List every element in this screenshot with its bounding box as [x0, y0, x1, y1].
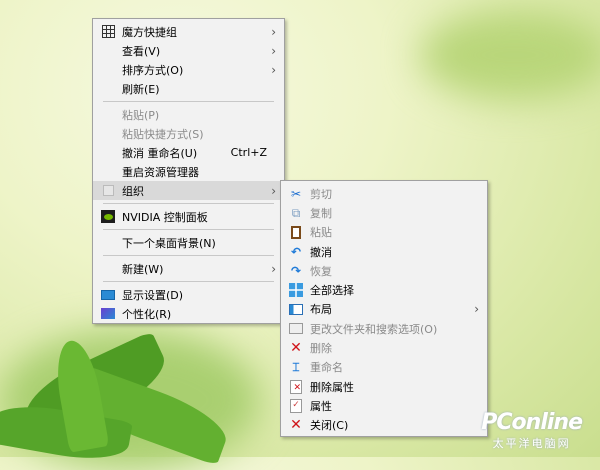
menu-item[interactable]: ✓ 属性 [281, 396, 487, 415]
chevron-right-icon: › [271, 62, 276, 77]
menu-item-label: 粘贴 [310, 226, 332, 240]
menu-item[interactable]: 全部选择 [281, 280, 487, 299]
menu-item[interactable]: ✕ 删除属性 [281, 377, 487, 396]
folder-options-icon [289, 322, 303, 336]
menu-item[interactable]: ✕ 关闭(C) [281, 416, 487, 435]
chevron-right-icon: › [271, 43, 276, 58]
organize-submenu: ✂ 剪切 ⧉ 复制粘贴 ↶ 撤消 ↷ 恢复全部选择布局 › 更改文件夹和搜索选项(O) ✕ 删除 ⌶ 重命… [280, 180, 488, 437]
menu-item[interactable]: 撤消 重命名(U) Ctrl+Z [93, 143, 284, 162]
paste-icon [289, 225, 303, 239]
chevron-right-icon: › [271, 24, 276, 39]
menu-item-label: 撤消 [310, 245, 332, 259]
watermark-sub: 太平洋电脑网 [492, 437, 571, 450]
menu-item-label: 显示设置(D) [122, 288, 184, 302]
menu-item-label: 全部选择 [310, 284, 354, 298]
display-icon [101, 288, 115, 302]
menu-item[interactable]: 排序方式(O) › [93, 60, 284, 79]
menu-item-label: 粘贴(P) [122, 108, 160, 122]
menu-item[interactable]: ✂ 剪切 [281, 184, 487, 203]
menu-item-label: 布局 [310, 303, 332, 317]
watermark-brand: PConline [481, 410, 583, 435]
menu-item-label: 个性化(R) [122, 307, 172, 321]
menu-item[interactable]: 查看(V) › [93, 41, 284, 60]
menu-item[interactable]: 下一个桌面背景(N) [93, 233, 284, 252]
menu-item-label: 删除属性 [310, 380, 354, 394]
remove-properties-icon: ✕ [289, 379, 303, 394]
menu-item[interactable]: 粘贴快捷方式(S) [93, 124, 284, 143]
menu-item[interactable]: 显示设置(D) [93, 285, 284, 304]
menu-item-label: 刷新(E) [122, 82, 160, 96]
menu-separator [93, 278, 284, 285]
chevron-right-icon: › [271, 261, 276, 276]
close-icon: ✕ [290, 417, 302, 434]
copy-icon: ⧉ [291, 205, 301, 220]
menu-item[interactable]: 粘贴(P) [93, 105, 284, 124]
menu-item[interactable]: 新建(W) › [93, 259, 284, 278]
rename-icon: ⌶ [292, 360, 300, 375]
organize-icon [101, 184, 115, 198]
menu-item-label: 排序方式(O) [122, 63, 184, 77]
menu-item-label: 粘贴快捷方式(S) [122, 127, 204, 141]
menu-item[interactable]: 更改文件夹和搜索选项(O) [281, 319, 487, 338]
menu-item-label: 重命名 [310, 361, 343, 375]
chevron-right-icon: › [474, 302, 479, 317]
properties-icon: ✓ [289, 398, 303, 413]
delete-icon: ✕ [290, 340, 302, 357]
menu-item[interactable]: 个性化(R) [93, 304, 284, 323]
menu-item-label: 重启资源管理器 [122, 165, 199, 179]
menu-item-label: 剪切 [310, 187, 332, 201]
menu-item-label: 魔方快捷组 [122, 25, 177, 39]
menu-item[interactable]: 重启资源管理器 [93, 162, 284, 181]
menu-item-label: 撤消 重命名(U) [122, 146, 198, 160]
menu-item-label: 复制 [310, 206, 332, 220]
menu-item-shortcut: Ctrl+Z [230, 146, 267, 159]
undo-icon: ↶ [290, 244, 302, 259]
menu-item[interactable]: NVIDIA 控制面板 [93, 207, 284, 226]
menu-separator [93, 226, 284, 233]
menu-item-label: 属性 [310, 399, 332, 413]
menu-item-label: 更改文件夹和搜索选项(O) [310, 322, 438, 336]
menu-separator [93, 98, 284, 105]
layout-icon [289, 302, 303, 316]
menu-item[interactable]: ⌶ 重命名 [281, 358, 487, 377]
menu-item[interactable]: 魔方快捷组 › [93, 22, 284, 41]
desktop-context-menu: 魔方快捷组 › 查看(V) › 排序方式(O) › 刷新(E) 粘贴(P) 粘贴快捷方式(S) 撤… [92, 18, 285, 324]
chevron-right-icon: › [271, 183, 276, 198]
menu-item[interactable]: ↷ 恢复 [281, 261, 487, 280]
menu-item[interactable]: ↶ 撤消 [281, 242, 487, 261]
menu-item-label: 查看(V) [122, 44, 161, 58]
personalize-icon [101, 307, 115, 321]
redo-icon: ↷ [290, 263, 302, 278]
menu-separator [93, 252, 284, 259]
menu-item[interactable]: 布局 › [281, 300, 487, 319]
menu-separator [93, 200, 284, 207]
menu-item-label: 关闭(C) [310, 419, 349, 433]
select-all-icon [289, 283, 303, 298]
menu-item-label: 下一个桌面背景(N) [122, 236, 216, 250]
menu-item[interactable]: 刷新(E) [93, 79, 284, 98]
cut-icon: ✂ [290, 186, 302, 201]
nvidia-icon [101, 210, 115, 224]
grid-icon [101, 25, 115, 39]
watermark: PConline 太平洋电脑网 [481, 410, 583, 451]
menu-item-label: 恢复 [310, 264, 332, 278]
menu-item[interactable]: ⧉ 复制 [281, 203, 487, 222]
menu-item[interactable]: ✕ 删除 [281, 338, 487, 357]
menu-item-label: 删除 [310, 342, 332, 356]
menu-item[interactable]: 粘贴 [281, 223, 487, 242]
menu-item-label: 新建(W) [122, 262, 164, 276]
menu-item-label: NVIDIA 控制面板 [122, 210, 208, 224]
menu-item[interactable]: 组织 › [93, 181, 284, 200]
menu-item-label: 组织 [122, 184, 144, 198]
